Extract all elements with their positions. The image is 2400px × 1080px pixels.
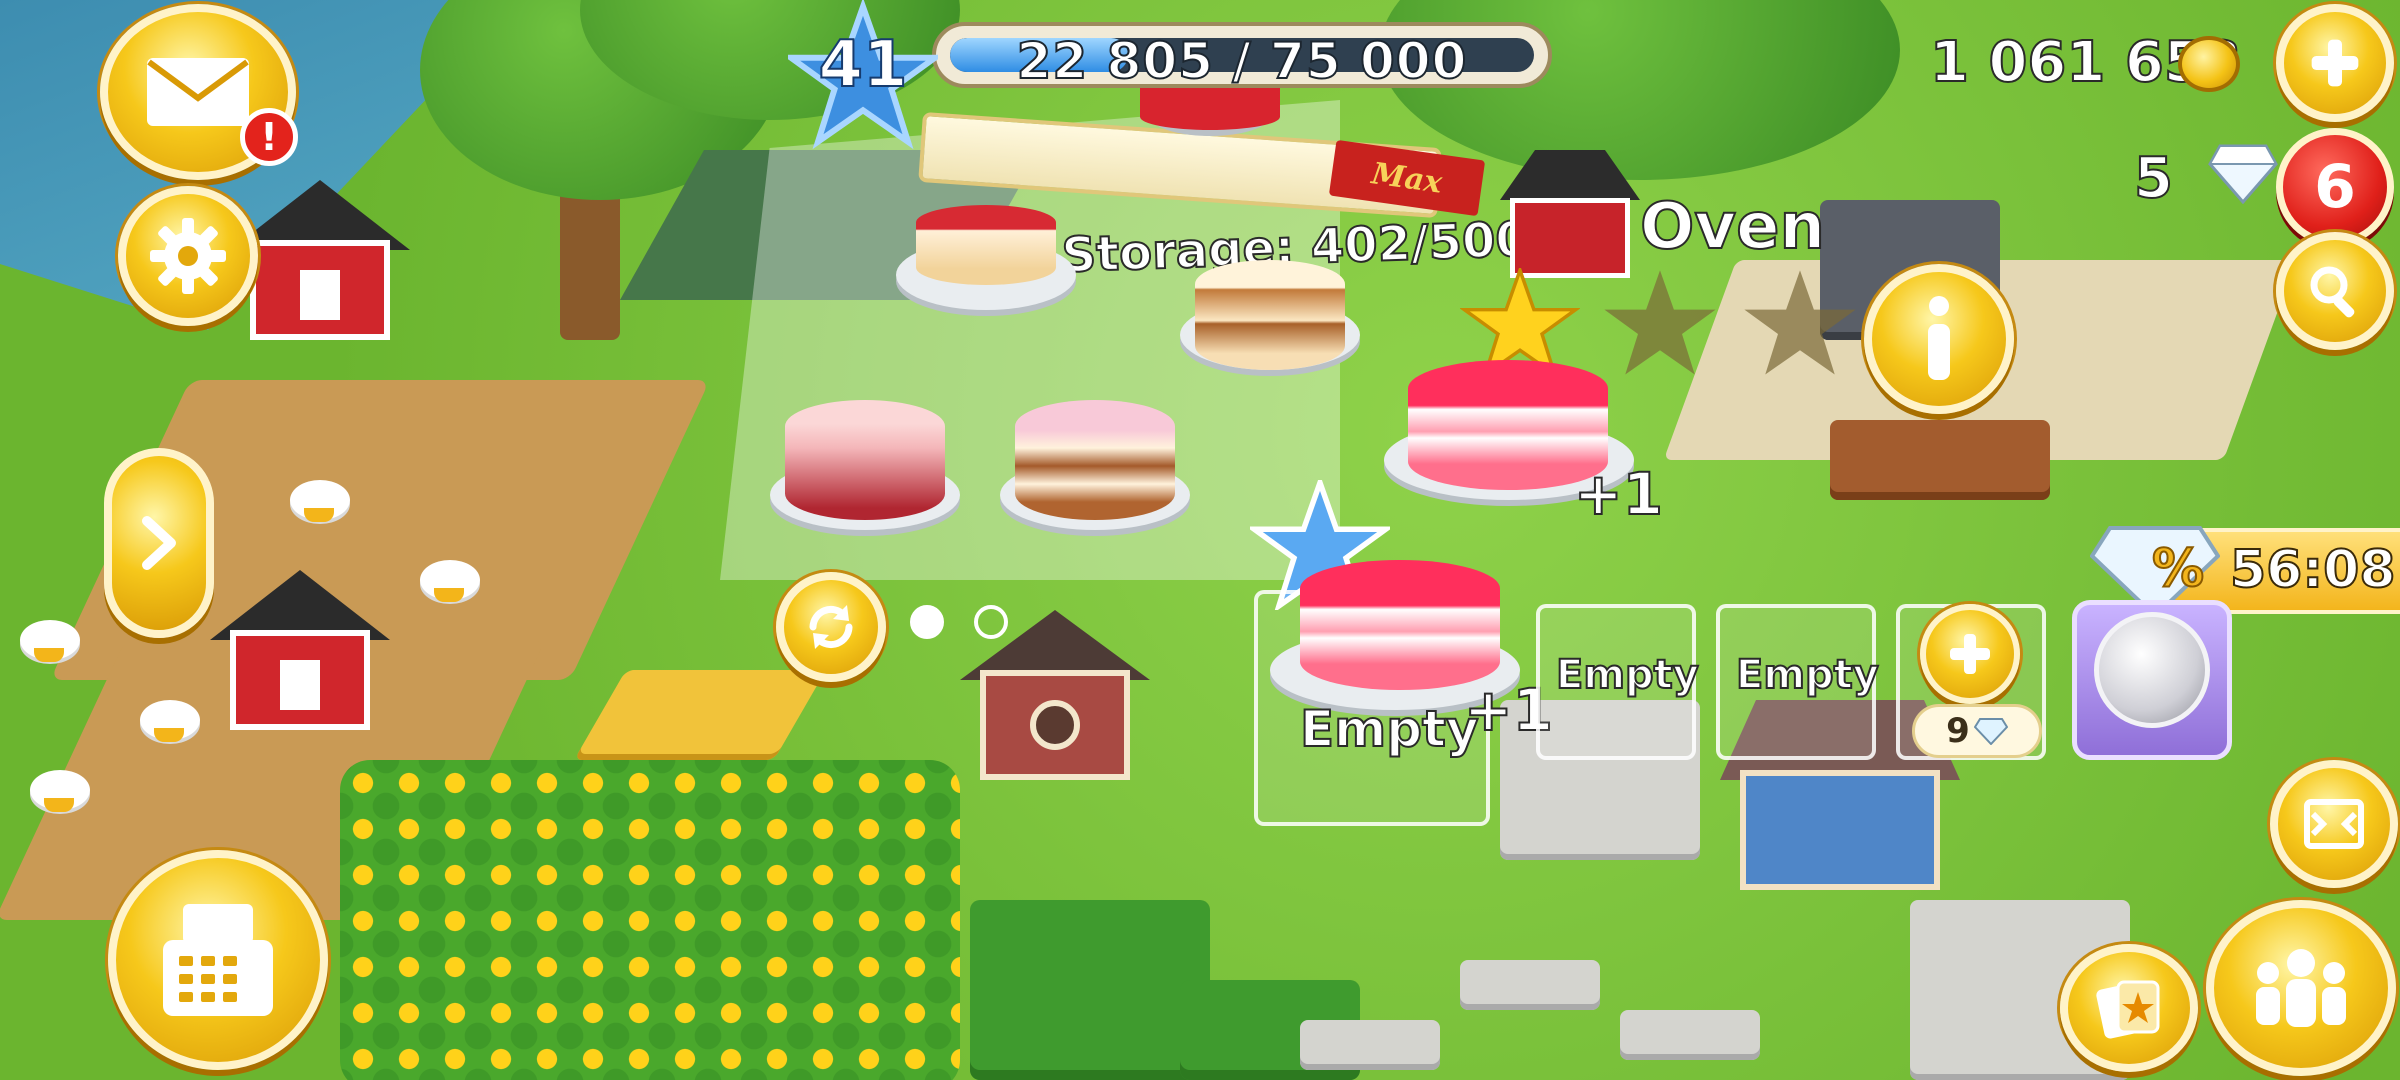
expand-map-button[interactable] [2270,760,2398,888]
plus-icon [2311,39,2359,87]
slot-label: Empty [1299,699,1480,759]
diamond-icon [1973,718,2008,745]
chicken[interactable] [30,770,90,812]
page-dot-active[interactable] [910,605,944,639]
gear-icon [150,218,226,294]
level-star-icon [1604,270,1716,375]
stone-path [1620,1010,1760,1060]
refresh-icon [809,605,853,649]
chicken[interactable] [290,480,350,522]
xp-text: 22 805 / 75 000 [1016,31,1468,91]
chicken-coop[interactable] [200,570,400,740]
plus-one-label: +1 [1573,459,1664,529]
level-number: 41 [817,27,908,103]
chicken[interactable] [420,560,480,602]
page-dot[interactable] [974,605,1008,639]
carrot-cake-icon[interactable] [1195,260,1345,370]
cards-icon [2096,980,2160,1039]
slot-label: Empty [1735,651,1880,699]
stone-path [1300,1020,1440,1070]
search-button[interactable] [2276,232,2394,350]
xp-bar: 22 805 / 75 000 [932,22,1552,91]
expand-side-menu-button[interactable] [104,448,214,638]
table[interactable] [1830,420,2050,500]
buy-slot-cost-value: 9 [1946,711,1970,751]
cheesecake-icon[interactable] [916,205,1056,285]
chicken[interactable] [140,700,200,742]
buy-slot-button[interactable] [1920,604,2020,704]
add-coins-button[interactable] [2276,4,2394,122]
magnifier-icon [2310,266,2355,318]
info-icon [1928,296,1950,380]
stone-path [1460,960,1600,1010]
hedge [970,900,1210,1080]
level-star-icon [1744,270,1856,375]
coin-icon [2178,36,2240,92]
chicken[interactable] [20,620,80,662]
notification-badge[interactable]: 6 [2276,128,2394,246]
strawberry-cake-icon[interactable] [785,400,945,520]
diamond-icon [2208,144,2278,204]
raspberry-cake-icon [1300,560,1500,690]
cash-register-icon [163,904,273,1016]
sale-timer: 56:08 [2229,539,2397,601]
settings-button[interactable] [118,186,258,326]
buy-slot-cost: 9 [1912,704,2042,758]
friends-icon [2256,949,2346,1027]
flower-field[interactable] [340,760,960,1080]
mail-alert-badge: ! [240,108,298,166]
rotate-button[interactable] [776,572,886,682]
achievement-medal-icon [2094,612,2210,728]
birthday-cake-icon[interactable] [1015,400,1175,520]
cards-button[interactable] [2060,944,2198,1072]
barn-icon [1500,150,1640,280]
plus-icon [1950,634,1990,674]
diamonds-count: 5 [2133,145,2174,212]
info-button[interactable] [1864,264,2014,414]
slot-label: Empty [1555,651,1700,699]
mail-icon [147,58,249,126]
shop-button[interactable] [108,850,328,1070]
friends-button[interactable] [2206,900,2396,1076]
svg-text:%: % [2152,539,2204,599]
building-title: Oven [1639,189,1826,265]
expand-arrows-icon [2304,799,2364,849]
chevron-right-icon [142,516,176,570]
